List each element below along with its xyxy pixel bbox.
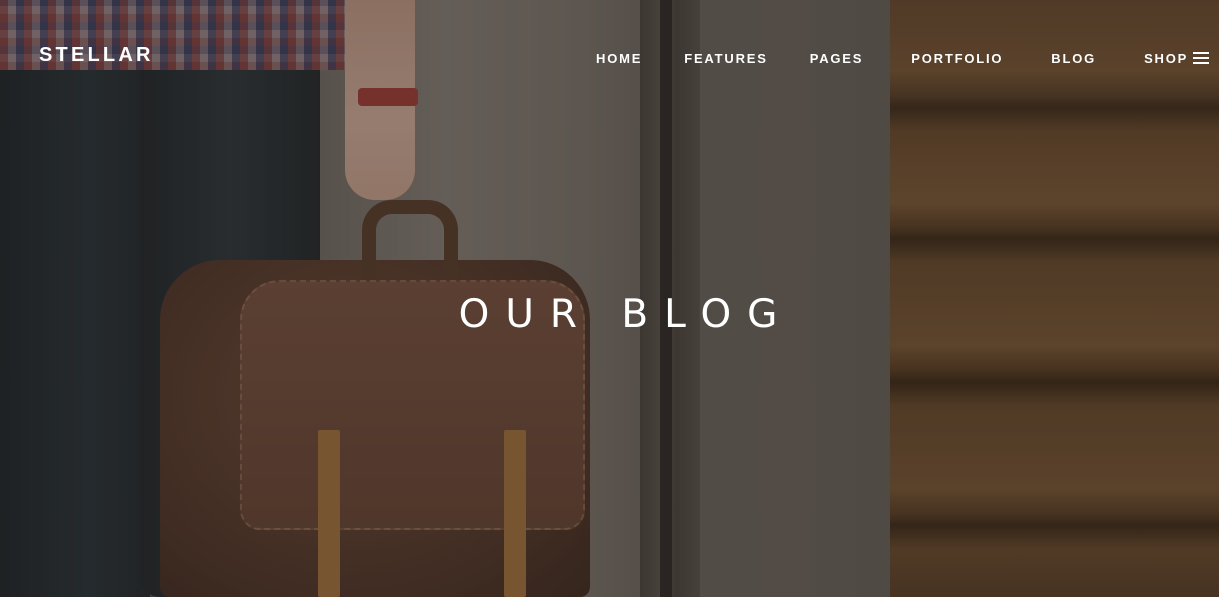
site-logo[interactable]: STELLAR	[39, 44, 154, 67]
nav-item-shop[interactable]: SHOP	[1144, 51, 1188, 66]
hamburger-menu-icon[interactable]	[1193, 52, 1209, 64]
main-nav: HOME FEATURES PAGES PORTFOLIO BLOG SHOP	[596, 51, 1188, 66]
page-title: OUR BLOG	[458, 292, 794, 337]
nav-item-features[interactable]: FEATURES	[684, 51, 768, 66]
nav-item-portfolio[interactable]: PORTFOLIO	[911, 51, 1003, 66]
nav-item-home[interactable]: HOME	[596, 51, 642, 66]
hero-section: STELLAR HOME FEATURES PAGES PORTFOLIO BL…	[0, 0, 1219, 597]
nav-item-blog[interactable]: BLOG	[1051, 51, 1096, 66]
nav-item-pages[interactable]: PAGES	[810, 51, 864, 66]
